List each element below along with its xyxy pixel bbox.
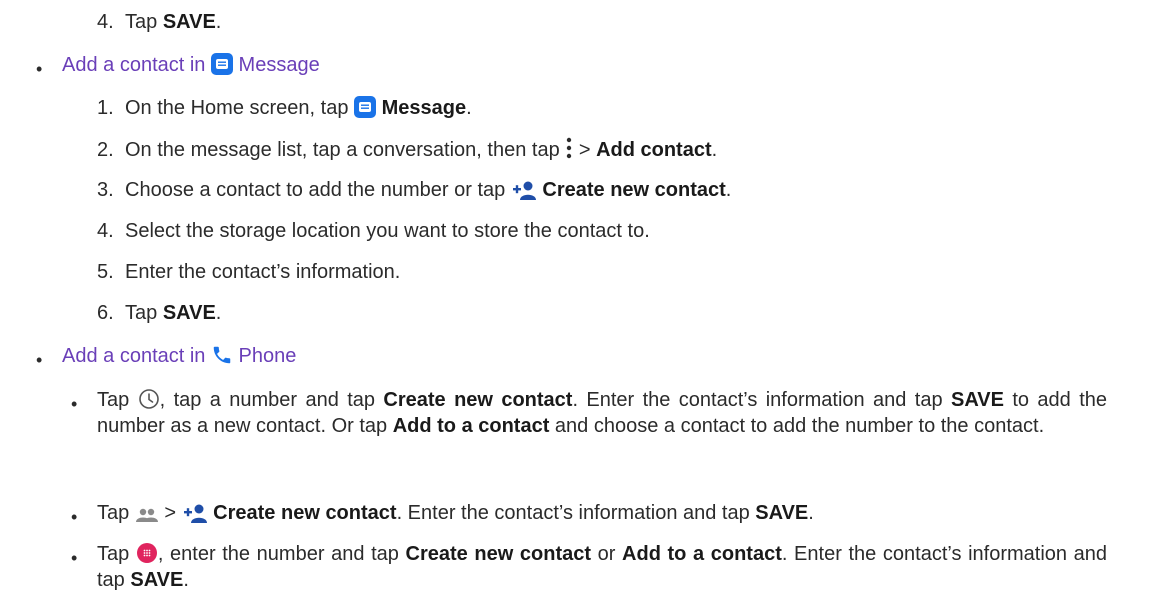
bullet: •: [36, 59, 43, 79]
step-list-item: 5. Enter the contact’s information.: [97, 261, 401, 283]
phone-app-icon: [213, 346, 231, 364]
bullet: •: [71, 507, 78, 527]
document-page: 4. Tap SAVE. • Add a contact in Message 1…: [0, 0, 1160, 599]
message-app-icon: [354, 96, 377, 118]
bullet: •: [71, 394, 78, 414]
phone-option-contacts: Tap > Create new contact. Enter the cont…: [97, 502, 814, 524]
phone-option-dialpad: Tap , enter the number and tap Create ne…: [97, 543, 1107, 591]
bullet: •: [71, 548, 78, 568]
add-contact-icon: [512, 181, 536, 200]
prev-step: 4. Tap SAVE.: [97, 11, 222, 33]
phone-option-recents: Tap , tap a number and tap Create new co…: [97, 389, 1107, 437]
step-list-item: 2. On the message list, tap a conversatio…: [97, 136, 717, 163]
section-heading-phone: Add a contact in Phone: [62, 345, 297, 367]
bullet: •: [36, 350, 43, 370]
step-list-item: 6. Tap SAVE.: [97, 302, 222, 324]
step-list-item: 3. Choose a contact to add the number or …: [97, 179, 732, 201]
step-list-item: 4. Select the storage location you want t…: [97, 220, 650, 242]
message-app-icon: [210, 53, 233, 75]
section-heading-message: Add a contact in Message: [62, 53, 320, 76]
contacts-people-icon: [135, 508, 158, 522]
step-list-item: 1. On the Home screen, tap Message.: [97, 96, 472, 119]
add-contact-icon: [183, 504, 207, 523]
recents-clock-icon: [138, 389, 159, 409]
dialpad-icon: [136, 543, 157, 563]
